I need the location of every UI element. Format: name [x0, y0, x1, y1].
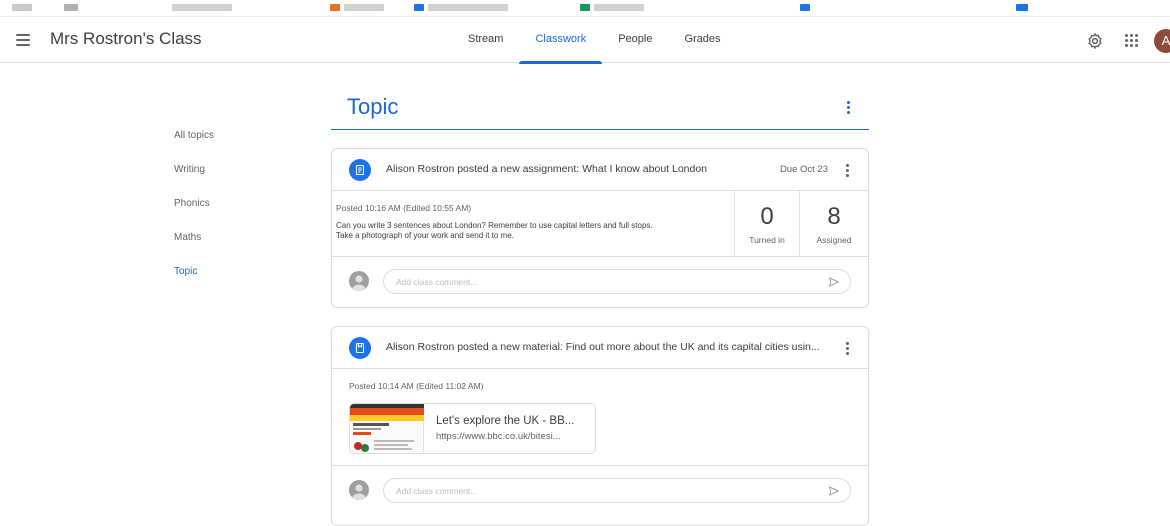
assigned-count: 8 — [827, 203, 841, 230]
link-attachment[interactable]: Let's explore the UK - BB... https://www… — [349, 403, 596, 454]
material-card: Alison Rostron posted a new material: Fi… — [331, 326, 869, 526]
assigned-stat[interactable]: 8 Assigned — [799, 191, 868, 257]
material-icon — [349, 337, 371, 359]
description-line: Take a photograph of your work and send … — [336, 231, 514, 240]
user-avatar — [349, 271, 369, 291]
assignment-more-options-icon[interactable] — [842, 162, 852, 178]
bookmarks-bar — [0, 0, 1170, 17]
class-title[interactable]: Mrs Rostron's Class — [50, 29, 202, 49]
posted-time: Posted 10:16 AM (Edited 10:55 AM) — [336, 203, 472, 213]
assignment-body: Posted 10:16 AM (Edited 10:55 AM) Can yo… — [332, 191, 868, 257]
user-avatar — [349, 480, 369, 500]
account-avatar[interactable]: A — [1154, 29, 1170, 53]
attachment-url: https://www.bbc.co.uk/bitesi... — [436, 431, 561, 442]
topic-divider — [331, 129, 869, 130]
assignment-title: Alison Rostron posted a new assignment: … — [386, 163, 708, 175]
material-header[interactable]: Alison Rostron posted a new material: Fi… — [332, 327, 868, 369]
tab-stream[interactable]: Stream — [452, 17, 519, 63]
tab-grades[interactable]: Grades — [668, 17, 736, 63]
attachment-title: Let's explore the UK - BB... — [436, 415, 575, 427]
material-title: Alison Rostron posted a new material: Fi… — [386, 341, 820, 353]
sidebar-item-topic[interactable]: Topic — [174, 266, 214, 300]
topic-more-options-icon[interactable] — [842, 99, 854, 115]
sidebar-item-writing[interactable]: Writing — [174, 164, 214, 198]
topics-sidebar: All topics Writing Phonics Maths Topic — [174, 130, 214, 300]
class-comment-row — [332, 466, 868, 514]
assignment-icon — [349, 159, 371, 181]
apps-grid-icon[interactable] — [1124, 33, 1138, 47]
send-icon[interactable] — [828, 276, 840, 288]
main-menu-icon[interactable] — [12, 29, 34, 51]
turned-in-stat[interactable]: 0 Turned in — [734, 191, 799, 257]
assigned-label: Assigned — [816, 235, 852, 245]
app-header: Mrs Rostron's Class Stream Classwork Peo… — [0, 17, 1170, 64]
sidebar-item-phonics[interactable]: Phonics — [174, 198, 214, 232]
turned-in-label: Turned in — [749, 235, 785, 245]
tab-people[interactable]: People — [602, 17, 668, 63]
description-line: Can you write 3 sentences about London? … — [336, 221, 653, 230]
class-tabs: Stream Classwork People Grades — [452, 17, 737, 64]
turned-in-count: 0 — [760, 203, 774, 230]
sidebar-item-all-topics[interactable]: All topics — [174, 130, 214, 164]
posted-time: Posted 10:14 AM (Edited 11:02 AM) — [349, 381, 484, 391]
material-more-options-icon[interactable] — [842, 340, 852, 356]
class-comment-input[interactable] — [383, 269, 851, 294]
tab-classwork[interactable]: Classwork — [519, 17, 602, 64]
gear-icon[interactable] — [1086, 32, 1104, 50]
class-comment-input[interactable] — [383, 478, 851, 503]
assignment-description: Can you write 3 sentences about London? … — [336, 221, 726, 241]
send-icon[interactable] — [828, 485, 840, 497]
sidebar-item-maths[interactable]: Maths — [174, 232, 214, 266]
attachment-thumbnail — [350, 404, 424, 453]
due-date: Due Oct 23 — [779, 164, 828, 175]
assignment-header[interactable]: Alison Rostron posted a new assignment: … — [332, 149, 868, 191]
material-body: Posted 10:14 AM (Edited 11:02 AM) Let's … — [332, 369, 868, 466]
class-comment-row — [332, 257, 868, 305]
assignment-card: Alison Rostron posted a new assignment: … — [331, 148, 869, 308]
topic-title: Topic — [347, 94, 399, 119]
